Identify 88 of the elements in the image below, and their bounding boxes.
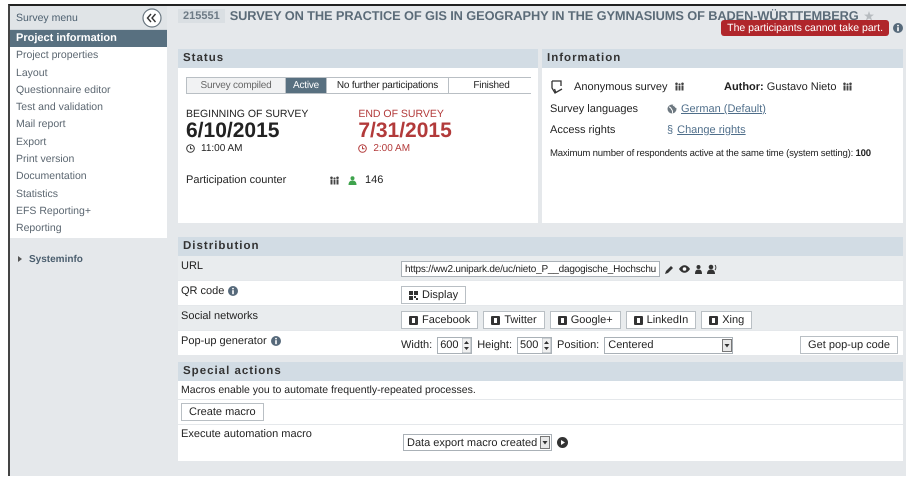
link[interactable]: Change rights [677, 124, 746, 136]
systeminfo-toggle[interactable]: Systeminfo [29, 254, 83, 265]
date-value: 7/31/2015 [358, 120, 452, 142]
share-button[interactable]: Facebook [401, 311, 478, 329]
social-icon [409, 316, 418, 324]
url-field[interactable]: https://ww2.unipark.de/uc/nieto_P__dagogische_Hochschu [401, 261, 660, 277]
broadcast-icon[interactable] [707, 264, 718, 274]
field-label: Height: [477, 339, 512, 351]
number-field[interactable]: 600 [437, 336, 472, 354]
sidebar-title: Survey menu [16, 12, 78, 24]
person-icon[interactable] [695, 264, 702, 274]
status-alert: The participants cannot take part. [721, 20, 889, 36]
menu-item[interactable]: Test and validation [10, 99, 167, 116]
position-select[interactable]: Centered [604, 336, 734, 354]
panel-header: Distribution [178, 237, 903, 256]
field-label: Position: [557, 339, 600, 351]
share-button[interactable]: LinkedIn [626, 311, 696, 329]
people-icon [329, 176, 340, 184]
menu-item[interactable]: Export [10, 134, 167, 152]
time-value: 2:00 AM [373, 143, 410, 154]
panel-header: Special actions [178, 362, 903, 381]
date-value: 6/10/2015 [186, 120, 280, 142]
author-text: Author: Gustavo Nieto [724, 80, 836, 92]
create-macro-button[interactable]: Create macro [181, 403, 264, 421]
clock-icon [186, 144, 195, 153]
number-field[interactable]: 500 [517, 336, 552, 354]
star-icon[interactable] [864, 10, 874, 20]
menu-item[interactable]: Project information [10, 30, 167, 48]
social-icon [558, 316, 567, 324]
dropdown-icon[interactable] [722, 338, 732, 352]
status-step[interactable]: Finished [448, 78, 534, 93]
panel-header: Status [178, 49, 538, 68]
qr-icon [409, 290, 418, 300]
row-label: Social networks [181, 310, 258, 322]
row-label: URL [181, 260, 204, 272]
menu-item[interactable]: Project properties [10, 47, 167, 65]
info-icon [893, 23, 903, 33]
collapse-icon[interactable] [142, 8, 162, 28]
status-step[interactable]: Survey compiled [187, 78, 285, 93]
row-label: QR code [181, 285, 224, 297]
eye-icon[interactable] [679, 265, 690, 273]
panel-header: Information [542, 49, 903, 68]
dropdown-icon[interactable] [540, 436, 550, 449]
max-respondents-text: Maximum number of respondents active at the same time (system setting): 100 [550, 148, 872, 159]
survey-title: SURVEY ON THE PRACTICE OF GIS IN GEOGRAPHY IN THE GYMNASIUMS OF BADEN-WÜRTTEMBERG [230, 8, 859, 23]
status-step[interactable]: Active [285, 78, 326, 93]
social-icon [491, 316, 500, 324]
date-label: END OF SURVEY [358, 108, 445, 120]
social-icon [709, 316, 718, 324]
spinner-icon[interactable] [462, 338, 472, 352]
date-label: BEGINNING OF SURVEY [186, 108, 308, 120]
globe-icon [667, 104, 677, 114]
menu-item[interactable]: Statistics [10, 186, 167, 203]
link[interactable]: German (Default) [681, 103, 766, 115]
anonymous-label: Anonymous survey [574, 80, 668, 92]
description-text: Macros enable you to automate frequently-repeated processes. [178, 381, 903, 400]
row-label: Execute automation macro [181, 428, 313, 440]
pencil-icon[interactable] [665, 264, 674, 274]
people-icon [842, 82, 854, 91]
menu-item[interactable]: Documentation [10, 168, 167, 186]
counter-label: Participation counter [186, 174, 288, 186]
menu-item[interactable]: Questionnaire editor [10, 82, 167, 100]
clock-icon [358, 144, 368, 153]
row-label: Pop-up generator [181, 335, 267, 347]
row-label: Survey languages [550, 103, 640, 115]
spinner-icon[interactable] [542, 338, 552, 352]
section-symbol: § [667, 124, 674, 136]
share-button[interactable]: Xing [701, 311, 752, 329]
macro-select[interactable]: Data export macro created [403, 434, 552, 451]
share-button[interactable]: Twitter [483, 311, 545, 329]
get-code-button[interactable]: Get pop-up code [800, 336, 898, 354]
menu-item[interactable]: Mail report [10, 116, 167, 134]
share-button[interactable]: Google+ [550, 311, 621, 329]
menu-item[interactable]: Print version [10, 151, 167, 168]
display-button[interactable]: Display [401, 286, 466, 304]
field-label: Width: [401, 339, 432, 351]
people-icon [674, 82, 685, 91]
survey-id: 215551 [178, 8, 225, 22]
row-label: Access rights [550, 124, 616, 136]
menu-item[interactable]: EFS Reporting+ [10, 202, 167, 220]
menu-item[interactable]: Layout [10, 64, 167, 82]
person-icon [348, 176, 357, 184]
counter-value: 146 [365, 174, 384, 186]
social-icon [634, 316, 643, 324]
play-icon[interactable] [557, 437, 568, 448]
caret-icon[interactable] [18, 256, 23, 262]
time-value: 11:00 AM [201, 143, 243, 154]
menu-item[interactable]: Reporting [10, 220, 167, 238]
